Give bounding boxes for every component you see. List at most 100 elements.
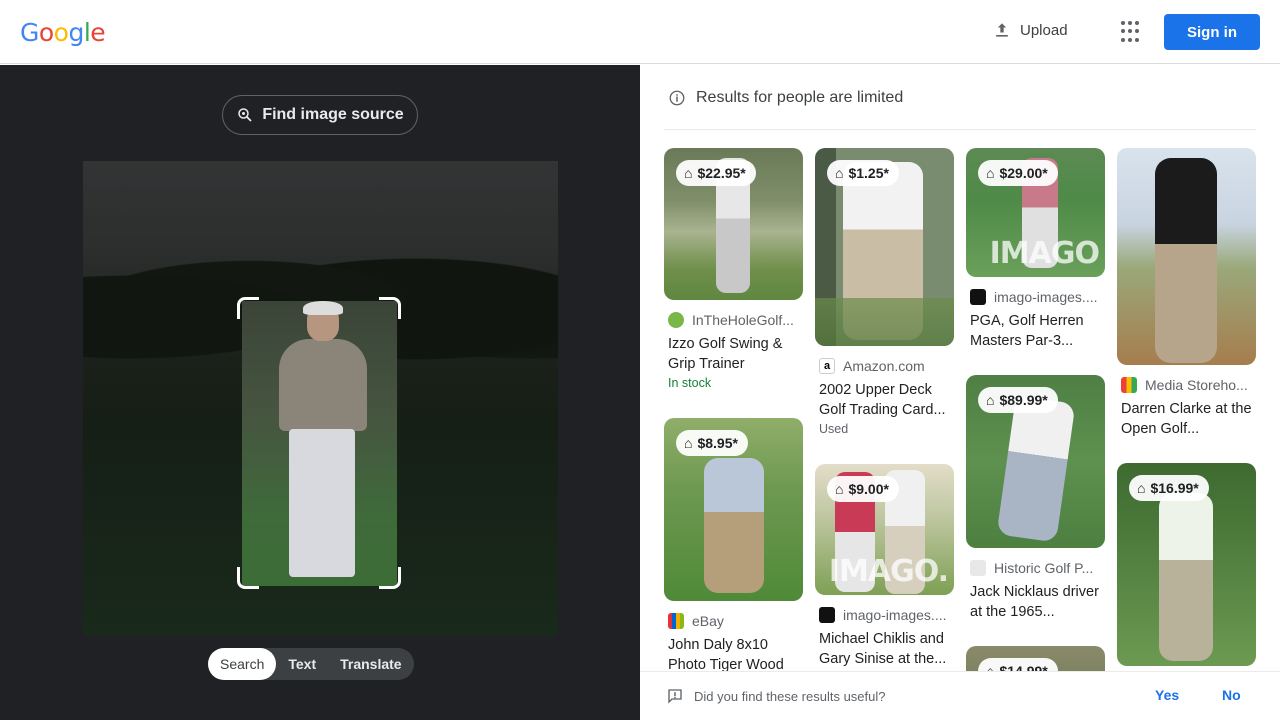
- imago-icon: [970, 289, 986, 305]
- feedback-question-text: Did you find these results useful?: [694, 688, 886, 704]
- tab-search[interactable]: Search: [208, 648, 277, 680]
- result-source[interactable]: imago-images....: [815, 607, 954, 623]
- result-title[interactable]: Darren Clarke at the Open Golf...: [1117, 399, 1256, 439]
- query-image: [83, 161, 558, 636]
- price-text: $9.00*: [848, 481, 889, 497]
- source-name: Media Storeho...: [1145, 377, 1248, 393]
- crop-handle-bottom-left[interactable]: [237, 567, 259, 589]
- stock-status: In stock: [668, 376, 712, 390]
- amazon-icon: a: [819, 358, 835, 374]
- ebay-icon: [668, 613, 684, 629]
- result-thumbnail[interactable]: IMAGO. ⌂ $9.00*: [815, 464, 954, 595]
- feedback-icon: [668, 689, 682, 704]
- result-thumbnail[interactable]: ⌂ $14.99*: [966, 646, 1105, 671]
- logo-letter: g: [68, 18, 84, 47]
- price-badge: ⌂ $22.95*: [676, 160, 756, 186]
- imago-icon: [819, 607, 835, 623]
- logo-letter: o: [38, 18, 54, 47]
- result-card[interactable]: ⌂ $8.95* eBay John Daly 8x10 Photo Tiger …: [664, 418, 803, 671]
- upload-button[interactable]: Upload: [992, 20, 1068, 40]
- price-text: $89.99*: [999, 392, 1048, 408]
- find-image-source-label: Find image source: [262, 106, 404, 123]
- result-title[interactable]: Michael Chiklis and Gary Sinise at the..…: [815, 629, 954, 669]
- result-card[interactable]: IMAGO ⌂ $29.00* imago-images.... PGA, Gol…: [966, 148, 1105, 351]
- logo-letter: e: [90, 18, 106, 47]
- results-notice: Results for people are limited: [668, 89, 903, 107]
- result-source[interactable]: eBay: [664, 613, 803, 629]
- sign-in-button[interactable]: Sign in: [1164, 14, 1260, 50]
- find-image-source-button[interactable]: Find image source: [222, 95, 418, 135]
- source-favicon: [668, 312, 684, 328]
- result-thumbnail[interactable]: ⌂ $8.95*: [664, 418, 803, 601]
- golfer-favicon: [970, 560, 986, 576]
- result-thumbnail[interactable]: ⌂ $22.95*: [664, 148, 803, 300]
- results-notice-text: Results for people are limited: [696, 89, 904, 106]
- crop-handle-bottom-right[interactable]: [379, 567, 401, 589]
- result-card[interactable]: ⌂ $14.99*: [966, 646, 1105, 671]
- lens-search-icon: [238, 108, 252, 122]
- tab-translate[interactable]: Translate: [328, 648, 413, 680]
- source-name: imago-images....: [843, 607, 947, 623]
- result-title[interactable]: PGA, Golf Herren Masters Par-3...: [966, 311, 1105, 351]
- result-source[interactable]: Media Storeho...: [1117, 377, 1256, 393]
- results-panel: Results for people are limited ⌂ $22.95* …: [640, 65, 1280, 720]
- feedback-yes-button[interactable]: Yes: [1155, 687, 1179, 703]
- price-text: $1.25*: [848, 165, 889, 181]
- result-source[interactable]: Historic Golf P...: [966, 560, 1105, 576]
- upload-label: Upload: [1020, 21, 1068, 39]
- results-grid: ⌂ $22.95* InTheHoleGolf... Izzo Golf Swin…: [664, 148, 1256, 671]
- result-card[interactable]: ⌂ $16.99*: [1117, 463, 1256, 666]
- result-card[interactable]: IMAGO. ⌂ $9.00* imago-images.... Michael …: [815, 464, 954, 669]
- result-thumbnail[interactable]: ⌂ $89.99*: [966, 375, 1105, 548]
- tab-text[interactable]: Text: [276, 648, 328, 680]
- result-title[interactable]: John Daly 8x10 Photo Tiger Wood: [664, 635, 803, 671]
- google-logo[interactable]: Google: [20, 18, 106, 47]
- result-thumbnail[interactable]: IMAGO ⌂ $29.00*: [966, 148, 1105, 277]
- result-title[interactable]: Jack Nicklaus driver at the 1965...: [966, 582, 1105, 622]
- result-source[interactable]: imago-images....: [966, 289, 1105, 305]
- result-source[interactable]: InTheHoleGolf...: [664, 312, 803, 328]
- price-tag-icon: ⌂: [835, 481, 844, 497]
- price-badge: ⌂ $16.99*: [1129, 475, 1209, 501]
- source-name: imago-images....: [994, 289, 1098, 305]
- top-bar: Google Upload Sign in: [0, 0, 1280, 64]
- price-text: $8.95*: [697, 435, 738, 451]
- price-tag-icon: ⌂: [986, 392, 995, 408]
- imago-watermark: IMAGO.: [828, 554, 949, 589]
- result-thumbnail[interactable]: ⌂ $16.99*: [1117, 463, 1256, 666]
- feedback-no-button[interactable]: No: [1222, 687, 1241, 703]
- info-icon: [669, 90, 685, 106]
- price-badge: ⌂ $14.99*: [978, 658, 1058, 671]
- crop-handle-top-right[interactable]: [379, 297, 401, 319]
- source-name: eBay: [692, 613, 724, 629]
- price-text: $16.99*: [1150, 480, 1199, 496]
- price-text: $29.00*: [999, 165, 1048, 181]
- crop-selection-area[interactable]: [242, 301, 397, 586]
- price-tag-icon: ⌂: [684, 165, 693, 181]
- price-tag-icon: ⌂: [986, 663, 995, 671]
- price-tag-icon: ⌂: [684, 435, 693, 451]
- result-thumbnail[interactable]: ⌂ $1.25*: [815, 148, 954, 346]
- price-badge: ⌂ $89.99*: [978, 387, 1058, 413]
- feedback-question: Did you find these results useful?: [666, 687, 886, 705]
- result-thumbnail[interactable]: [1117, 148, 1256, 365]
- media-storehouse-icon: [1121, 377, 1137, 393]
- result-source[interactable]: a Amazon.com: [815, 358, 954, 374]
- result-card[interactable]: Media Storeho... Darren Clarke at the Op…: [1117, 148, 1256, 439]
- logo-letter: o: [53, 18, 69, 47]
- result-card[interactable]: ⌂ $89.99* Historic Golf P... Jack Nicklau…: [966, 375, 1105, 622]
- lens-panel: Find image source Search Text Translate: [0, 65, 640, 720]
- golfer-figure: [277, 301, 367, 586]
- result-card[interactable]: ⌂ $22.95* InTheHoleGolf... Izzo Golf Swin…: [664, 148, 803, 390]
- apps-grid-icon[interactable]: [1121, 21, 1143, 43]
- price-badge: ⌂ $1.25*: [827, 160, 899, 186]
- result-title[interactable]: Izzo Golf Swing & Grip Trainer: [664, 334, 803, 374]
- imago-watermark: IMAGO: [989, 236, 1100, 271]
- result-card[interactable]: ⌂ $1.25* a Amazon.com 2002 Upper Deck Golf…: [815, 148, 954, 436]
- feedback-bar: Did you find these results useful? Yes N…: [640, 671, 1280, 720]
- price-text: $22.95*: [697, 165, 746, 181]
- price-badge: ⌂ $29.00*: [978, 160, 1058, 186]
- condition-status: Used: [819, 422, 849, 436]
- result-title[interactable]: 2002 Upper Deck Golf Trading Card...: [815, 380, 954, 420]
- crop-handle-top-left[interactable]: [237, 297, 259, 319]
